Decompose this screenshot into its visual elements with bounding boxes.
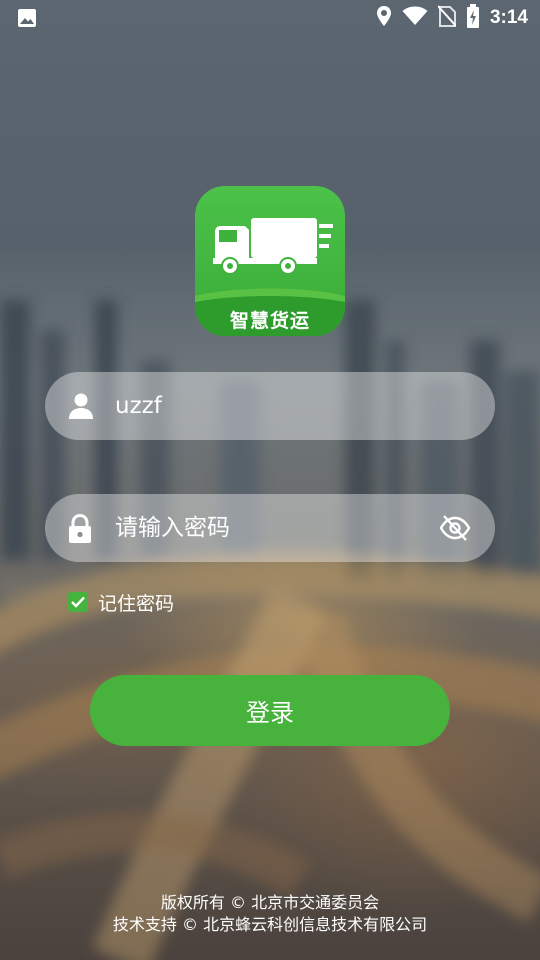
remember-label: 记住密码 [98,592,175,615]
gallery-icon [17,8,37,32]
location-icon [376,5,392,31]
remember-checkbox[interactable] [68,592,88,612]
remember-password[interactable]: 记住密码 [68,590,175,615]
footer: 版权所有 © 北京市交通委员会 技术支持 © 北京蜂云科创信息技术有限公司 [0,892,540,936]
app-logo: 智慧货运 [195,186,345,336]
password-field[interactable] [45,494,495,562]
clock: 3:14 [489,7,528,28]
tech-support-text: 技术支持 © 北京蜂云科创信息技术有限公司 [112,915,428,934]
login-button[interactable]: 登录 [90,675,450,746]
password-input[interactable] [115,494,435,562]
username-field[interactable] [45,372,495,440]
lock-icon [67,513,93,548]
wifi-icon [402,6,428,30]
battery-charging-icon [466,4,480,32]
truck-icon [213,214,333,280]
eye-off-icon[interactable] [439,513,471,547]
status-icons: 3:14 [376,4,528,32]
background-image [0,300,540,960]
status-bar: 3:14 [0,0,540,36]
no-sim-icon [437,5,457,31]
username-input[interactable] [115,372,435,440]
user-icon [67,392,95,424]
copyright-text: 版权所有 © 北京市交通委员会 [160,893,380,912]
logo-text: 智慧货运 [229,310,310,332]
